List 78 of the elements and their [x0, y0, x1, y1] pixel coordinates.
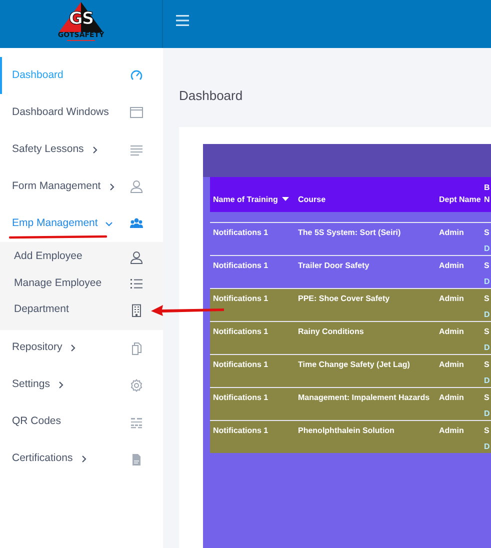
- sidebar-item[interactable]: Dashboard Windows: [0, 94, 163, 131]
- window-icon: [130, 106, 143, 119]
- chevron-icon: [90, 146, 99, 154]
- table-cell: Notifications 1: [213, 228, 268, 237]
- chevron-icon: [56, 381, 65, 389]
- user-icon: [130, 180, 143, 193]
- table-cell: Admin: [439, 326, 464, 336]
- table-cell-text: S: [484, 260, 490, 272]
- sidebar-item[interactable]: Certifications: [0, 440, 163, 478]
- table-cell: Admin: [439, 294, 464, 303]
- submenu-item[interactable]: Department: [0, 297, 147, 324]
- table-cell: Trailer Door Safety: [298, 260, 370, 270]
- sidebar-item[interactable]: Settings: [0, 366, 163, 404]
- sidebar-item[interactable]: Emp Management: [0, 205, 163, 242]
- table-link[interactable]: D: [484, 374, 491, 387]
- column-header[interactable]: Name of Training: [213, 194, 298, 206]
- table-cell-text: S: [484, 358, 490, 371]
- table-cell: Admin: [439, 260, 464, 270]
- table-cell: Admin: [439, 360, 464, 369]
- table-cell: Rainy Conditions: [298, 326, 364, 336]
- table-row[interactable]: Notifications 1 Phenolphthalein Solution Admin S D: [210, 420, 491, 453]
- table-cell-text: S: [484, 226, 490, 239]
- table-cell: Notifications 1: [213, 426, 268, 435]
- qr-code-icon: [130, 416, 143, 428]
- table-link[interactable]: D: [484, 408, 491, 420]
- chevron-icon: [108, 182, 116, 190]
- gauge-icon: [130, 69, 143, 82]
- table-cell: Notifications 1: [213, 392, 268, 402]
- column-header[interactable]: B N: [484, 182, 490, 206]
- table-link[interactable]: D: [484, 308, 491, 321]
- building-icon: [130, 304, 143, 317]
- column-header[interactable]: Course: [298, 194, 439, 206]
- table-cell-text: S: [484, 326, 490, 338]
- table-cell-text: S: [484, 424, 490, 437]
- table-cell: Phenolphthalein Solution: [298, 426, 394, 435]
- sort-icon[interactable]: [282, 197, 289, 202]
- sidebar-item[interactable]: QR Codes: [0, 404, 163, 440]
- table-cell: Notifications 1: [213, 260, 268, 270]
- table-row[interactable]: Notifications 1 Time Change Safety (Jet Lag) Admin S D: [210, 354, 491, 387]
- gear-icon: [130, 378, 143, 392]
- table-link[interactable]: D: [484, 276, 491, 288]
- users-icon: [130, 217, 143, 230]
- table-row[interactable]: Notifications 1 PPE: Shoe Cover Safety Admin S D: [210, 288, 491, 321]
- submenu-item[interactable]: Manage Employee: [0, 270, 147, 297]
- table-cell: The 5S System: Sort (Seiri): [298, 228, 401, 237]
- table-row[interactable]: Notifications 1 Management: Impalement Hazards Admin S D: [210, 386, 491, 420]
- table-cell: Time Change Safety (Jet Lag): [298, 360, 410, 369]
- table-row[interactable]: Notifications 1 Rainy Conditions Admin S D: [210, 320, 491, 354]
- list-icon: [130, 277, 143, 290]
- chevron-icon: [69, 344, 78, 352]
- table-cell: Admin: [439, 228, 464, 237]
- table-cell: Admin: [439, 426, 464, 435]
- table-cell: Admin: [439, 392, 464, 402]
- sidebar-item[interactable]: Form Management: [0, 168, 163, 205]
- table-cell-text: S: [484, 292, 490, 305]
- copy-icon: [130, 342, 143, 354]
- sidebar-item[interactable]: Safety Lessons: [0, 131, 163, 168]
- chevron-icon: [80, 455, 88, 463]
- user-icon: [130, 250, 143, 264]
- table-cell-text: S: [484, 392, 490, 404]
- menu-icon[interactable]: [174, 12, 190, 28]
- table-cell: PPE: Shoe Cover Safety: [298, 294, 390, 303]
- lines-icon: [130, 143, 143, 156]
- sidebar-item[interactable]: Repository: [0, 330, 163, 366]
- sidebar-item[interactable]: Dashboard: [0, 57, 163, 94]
- table-link[interactable]: D: [484, 242, 491, 255]
- table-cell: Notifications 1: [213, 294, 268, 303]
- table-link[interactable]: D: [484, 440, 491, 453]
- document-icon: [130, 452, 143, 466]
- chevron-icon: [104, 220, 113, 228]
- submenu-item[interactable]: Add Employee: [0, 244, 147, 270]
- page-title: Dashboard: [179, 88, 244, 104]
- table-cell: Notifications 1: [213, 360, 268, 369]
- table-link[interactable]: D: [484, 342, 491, 354]
- column-header[interactable]: Dept Name: [439, 194, 484, 206]
- table-cell: Management: Impalement Hazards: [298, 392, 430, 402]
- table-cell: Notifications 1: [213, 326, 268, 336]
- table-row[interactable]: Notifications 1 The 5S System: Sort (Seiri) Admin S D: [210, 222, 491, 255]
